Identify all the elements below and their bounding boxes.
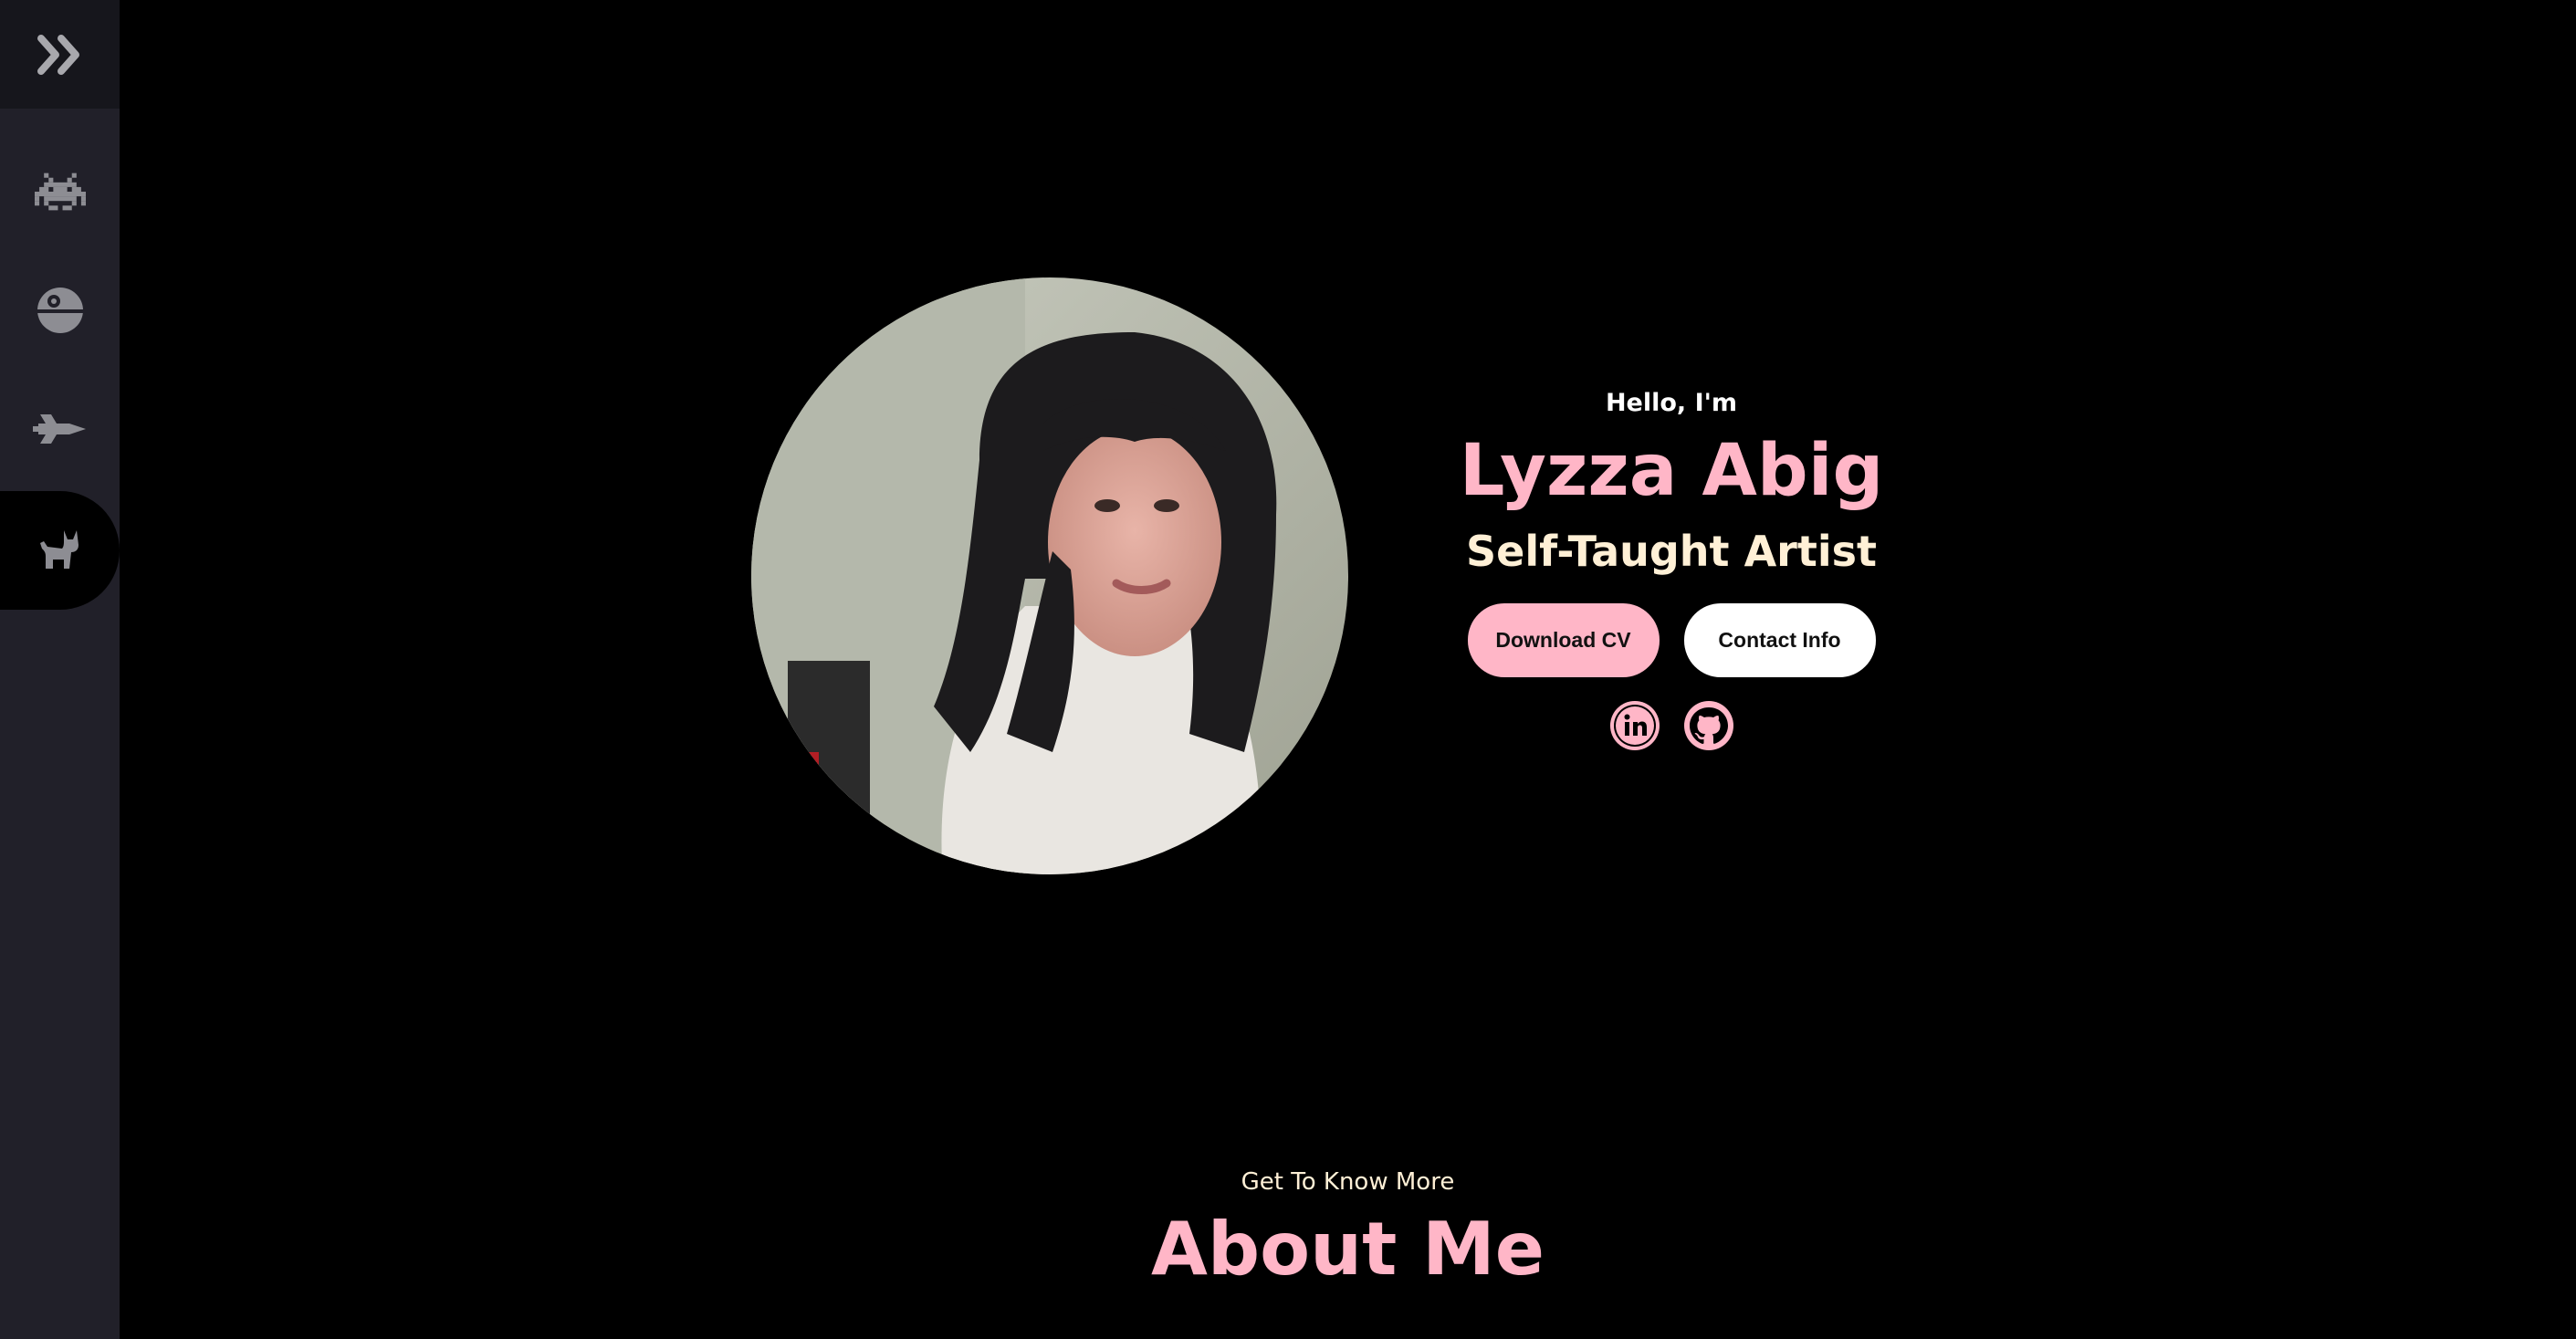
- sidebar-item-ship[interactable]: [0, 370, 120, 488]
- double-chevron-right-icon: [37, 34, 83, 75]
- hero-buttons: Download CV Contact Info: [1434, 603, 1909, 677]
- profile-picture: [751, 277, 1348, 874]
- sidebar-item-games[interactable]: [0, 132, 120, 251]
- linkedin-icon[interactable]: [1609, 701, 1660, 750]
- sidebar-item-cat[interactable]: [0, 491, 120, 610]
- greeting-text: Hello, I'm: [1605, 389, 1738, 417]
- sidebar-toggle-button[interactable]: [0, 0, 120, 109]
- social-links: [1434, 701, 1909, 750]
- spaceship-icon: [32, 411, 88, 447]
- about-heading: About Me: [1150, 1207, 1545, 1292]
- github-icon[interactable]: [1683, 701, 1733, 750]
- space-invader-icon: [34, 172, 86, 212]
- hero-intro: Hello, I'm Lyzza Abig Self-Taught Artist…: [1434, 365, 1909, 750]
- sidebar: [0, 0, 120, 1339]
- cat-icon: [37, 527, 84, 574]
- job-title: Self-Taught Artist: [1466, 527, 1877, 576]
- sidebar-item-planet[interactable]: [0, 251, 120, 370]
- about-subtitle: Get To Know More: [1241, 1168, 1455, 1196]
- death-star-icon: [36, 286, 85, 335]
- contact-info-button[interactable]: Contact Info: [1683, 603, 1876, 677]
- hero-section: Hello, I'm Lyzza Abig Self-Taught Artist…: [120, 0, 2576, 1339]
- download-cv-button[interactable]: Download CV: [1467, 603, 1660, 677]
- name-heading: Lyzza Abig: [1459, 430, 1884, 512]
